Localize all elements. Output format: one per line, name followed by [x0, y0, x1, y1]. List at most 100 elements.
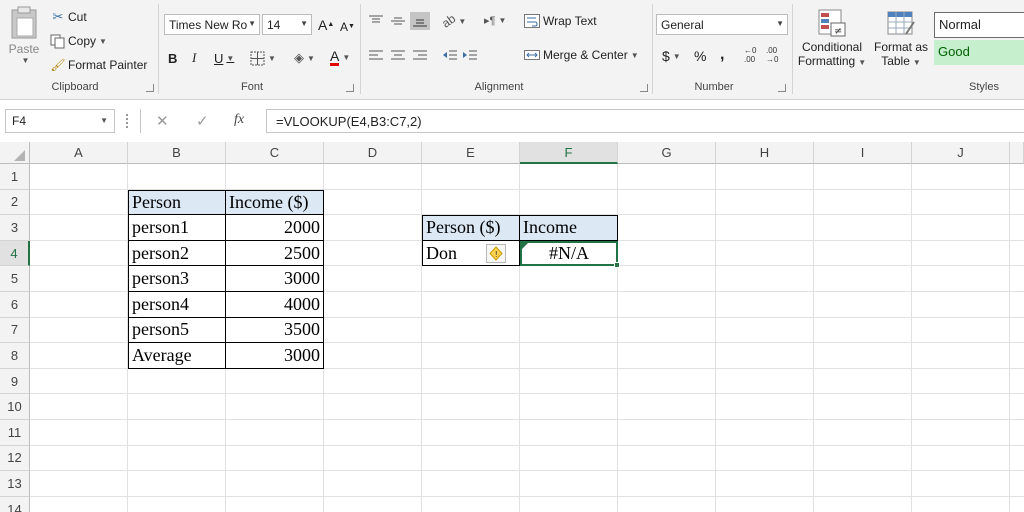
- name-box[interactable]: F4 ▼: [5, 109, 115, 133]
- currency-button[interactable]: $ ▼: [662, 48, 681, 64]
- table1-income-cell[interactable]: 4000: [226, 292, 324, 318]
- error-indicator-icon: [522, 242, 528, 249]
- font-size-combo[interactable]: 14 ▼: [262, 14, 312, 35]
- check-icon: ✓: [196, 113, 209, 130]
- format-as-table-button[interactable]: Format as Table ▼: [872, 8, 930, 68]
- increase-decimal-button[interactable]: ←0.00: [744, 46, 756, 64]
- table1-person-cell[interactable]: person4: [128, 292, 226, 318]
- number-format-combo[interactable]: General ▼: [656, 14, 788, 35]
- format-painter-button[interactable]: 🖌 Format Painter: [50, 56, 147, 74]
- shrink-font-button[interactable]: A ▼: [340, 16, 355, 37]
- increase-indent-button[interactable]: [462, 48, 478, 62]
- align-left-button[interactable]: [368, 48, 384, 62]
- formula-bar: F4 ▼ ✕ ✓ fx =VLOOKUP(E4,B3:C7,2): [0, 105, 1024, 135]
- table1-person-cell[interactable]: Average: [128, 343, 226, 369]
- insert-function-button[interactable]: fx: [234, 112, 244, 128]
- row-header-2[interactable]: 2: [0, 189, 30, 216]
- italic-button[interactable]: I: [192, 48, 196, 68]
- clipboard-dialog-launcher[interactable]: [146, 84, 154, 92]
- row-header-6[interactable]: 6: [0, 292, 30, 318]
- column-header-j[interactable]: J: [912, 142, 1010, 164]
- column-header-b[interactable]: B: [128, 142, 226, 164]
- bold-button[interactable]: B: [168, 48, 177, 68]
- cancel-button[interactable]: ✕: [156, 112, 169, 130]
- copy-label: Copy: [68, 34, 97, 48]
- column-header-f[interactable]: F: [520, 142, 618, 164]
- decrease-indent-button[interactable]: [442, 48, 458, 62]
- grow-font-button[interactable]: A ▲: [318, 14, 334, 35]
- text-direction-button[interactable]: ▸¶ ▼: [484, 14, 506, 27]
- comma-button[interactable]: ,: [720, 46, 724, 64]
- column-header-c[interactable]: C: [226, 142, 324, 164]
- paragraph-direction-icon: ▸¶: [484, 15, 496, 27]
- formula-bar-grip-icon[interactable]: [126, 114, 129, 128]
- enter-button[interactable]: ✓: [196, 112, 209, 130]
- table2-header-income[interactable]: Income: [520, 215, 618, 241]
- cut-button[interactable]: ✂ Cut: [50, 8, 87, 26]
- table2-header-person[interactable]: Person ($): [422, 215, 520, 241]
- percent-button[interactable]: %: [694, 48, 706, 64]
- top-align-button[interactable]: [368, 14, 384, 28]
- table1-person-cell[interactable]: person5: [128, 317, 226, 344]
- align-center-button[interactable]: [390, 48, 406, 62]
- orientation-button[interactable]: ab ▼: [439, 11, 466, 30]
- font-name-value: Times New Ro: [169, 17, 248, 32]
- table1-person-cell[interactable]: person2: [128, 240, 226, 267]
- row-header-8[interactable]: 8: [0, 343, 30, 369]
- row-header-3[interactable]: 3: [0, 215, 30, 241]
- table1-income-cell[interactable]: 3500: [226, 317, 324, 344]
- column-header-i[interactable]: I: [814, 142, 912, 164]
- paste-button[interactable]: Paste ▼: [4, 4, 44, 76]
- borders-button[interactable]: ▼: [250, 48, 276, 68]
- table1-income-cell[interactable]: 3000: [226, 343, 324, 369]
- table1-header-person[interactable]: Person: [128, 189, 226, 216]
- select-all-corner[interactable]: [0, 142, 30, 164]
- row-header-13[interactable]: 13: [0, 471, 30, 497]
- fill-color-button[interactable]: ◈ ▼: [294, 48, 315, 68]
- row-header-5[interactable]: 5: [0, 266, 30, 292]
- underline-button[interactable]: U ▼: [214, 48, 234, 68]
- font-dialog-launcher[interactable]: [346, 84, 354, 92]
- row-header-1[interactable]: 1: [0, 164, 30, 190]
- alignment-dialog-launcher[interactable]: [640, 84, 648, 92]
- bottom-align-button[interactable]: [410, 12, 430, 30]
- formula-input[interactable]: =VLOOKUP(E4,B3:C7,2): [266, 109, 1024, 133]
- font-color-button[interactable]: A ▼: [330, 46, 350, 68]
- table1-income-cell[interactable]: 2000: [226, 215, 324, 241]
- style-good[interactable]: Good: [934, 40, 1024, 65]
- row-header-11[interactable]: 11: [0, 420, 30, 446]
- column-header-h[interactable]: H: [716, 142, 814, 164]
- number-dialog-launcher[interactable]: [778, 84, 786, 92]
- conditional-formatting-button[interactable]: ≠ Conditional Formatting ▼: [796, 8, 868, 68]
- chevron-down-icon: ▼: [268, 53, 276, 63]
- column-header-e[interactable]: E: [422, 142, 520, 164]
- worksheet-grid[interactable]: A B C D E F G H I J 1 2 3 4 5 6 7 8 9 10 11 12 13 14 Person Incom…: [0, 142, 1024, 512]
- column-header-g[interactable]: G: [618, 142, 716, 164]
- row-header-12[interactable]: 12: [0, 445, 30, 472]
- wrap-text-button[interactable]: Wrap Text: [524, 14, 597, 28]
- warning-diamond-icon[interactable]: !: [486, 243, 506, 263]
- table1-header-income[interactable]: Income ($): [226, 189, 324, 216]
- table1-income-cell[interactable]: 3000: [226, 266, 324, 292]
- decrease-decimal-button[interactable]: .00 →0: [766, 46, 778, 64]
- align-right-button[interactable]: [412, 48, 428, 62]
- table1-income-cell[interactable]: 2500: [226, 240, 324, 267]
- middle-align-button[interactable]: [390, 14, 406, 28]
- chevron-down-icon: ▼: [858, 58, 867, 67]
- column-header-d[interactable]: D: [324, 142, 422, 164]
- row-header-10[interactable]: 10: [0, 394, 30, 420]
- copy-button[interactable]: Copy ▼: [50, 32, 107, 50]
- merge-center-button[interactable]: Merge & Center ▼: [524, 48, 639, 62]
- style-normal[interactable]: Normal: [934, 12, 1024, 38]
- table1-person-cell[interactable]: person3: [128, 266, 226, 292]
- row-header-14[interactable]: 14: [0, 496, 30, 512]
- fill-handle[interactable]: [614, 262, 620, 269]
- table1-person-cell[interactable]: person1: [128, 215, 226, 241]
- column-header-a[interactable]: A: [30, 142, 128, 164]
- column-header-partial[interactable]: [1010, 142, 1024, 164]
- font-name-combo[interactable]: Times New Ro ▼: [164, 14, 260, 35]
- row-header-9[interactable]: 9: [0, 368, 30, 395]
- row-header-4[interactable]: 4: [0, 240, 30, 267]
- row-header-7[interactable]: 7: [0, 317, 30, 344]
- table2-result-cell[interactable]: #N/A: [520, 240, 618, 267]
